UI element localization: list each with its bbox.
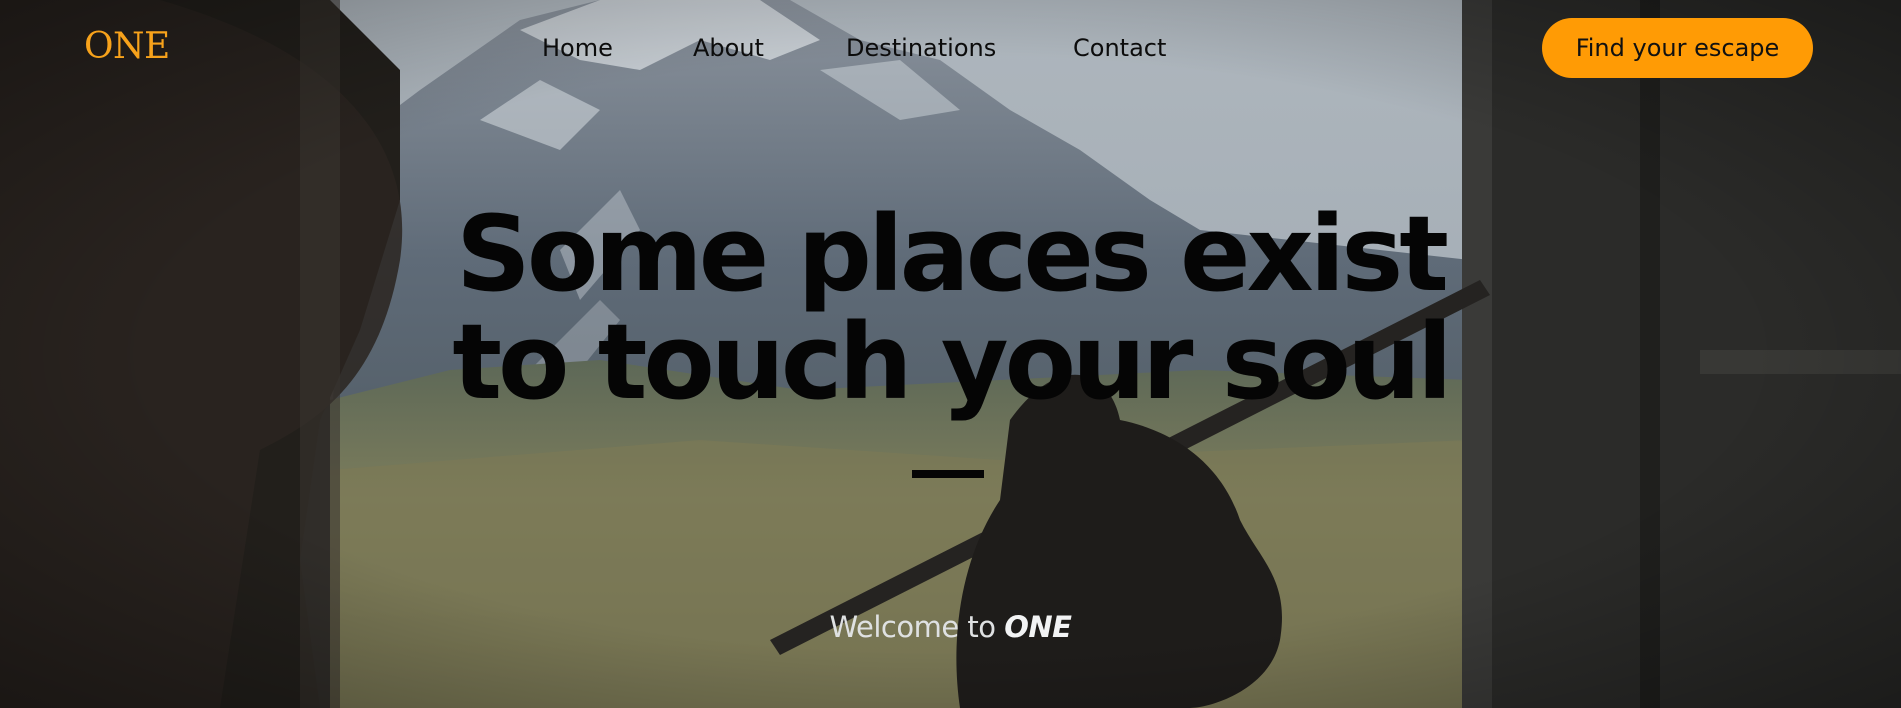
nav-link-contact[interactable]: Contact <box>1073 31 1166 65</box>
welcome-brand: ONE <box>1004 610 1072 644</box>
hero-headline: Some places exist to touch your soul <box>0 200 1901 416</box>
welcome-text: Welcome to ONE <box>0 607 1901 647</box>
welcome-prefix: Welcome to <box>829 610 1005 644</box>
hero-section: ONE Home About Destinations Contact Find… <box>0 0 1901 708</box>
find-your-escape-button[interactable]: Find your escape <box>1542 18 1813 78</box>
hero-headline-line-1: Some places exist <box>456 193 1449 315</box>
nav-link-about[interactable]: About <box>693 31 764 65</box>
brand-logo[interactable]: ONE <box>84 24 170 70</box>
hero-divider <box>912 470 984 478</box>
nav-link-destinations[interactable]: Destinations <box>846 31 996 65</box>
hero-headline-line-2: to touch your soul <box>452 301 1452 423</box>
nav-link-home[interactable]: Home <box>542 31 613 65</box>
